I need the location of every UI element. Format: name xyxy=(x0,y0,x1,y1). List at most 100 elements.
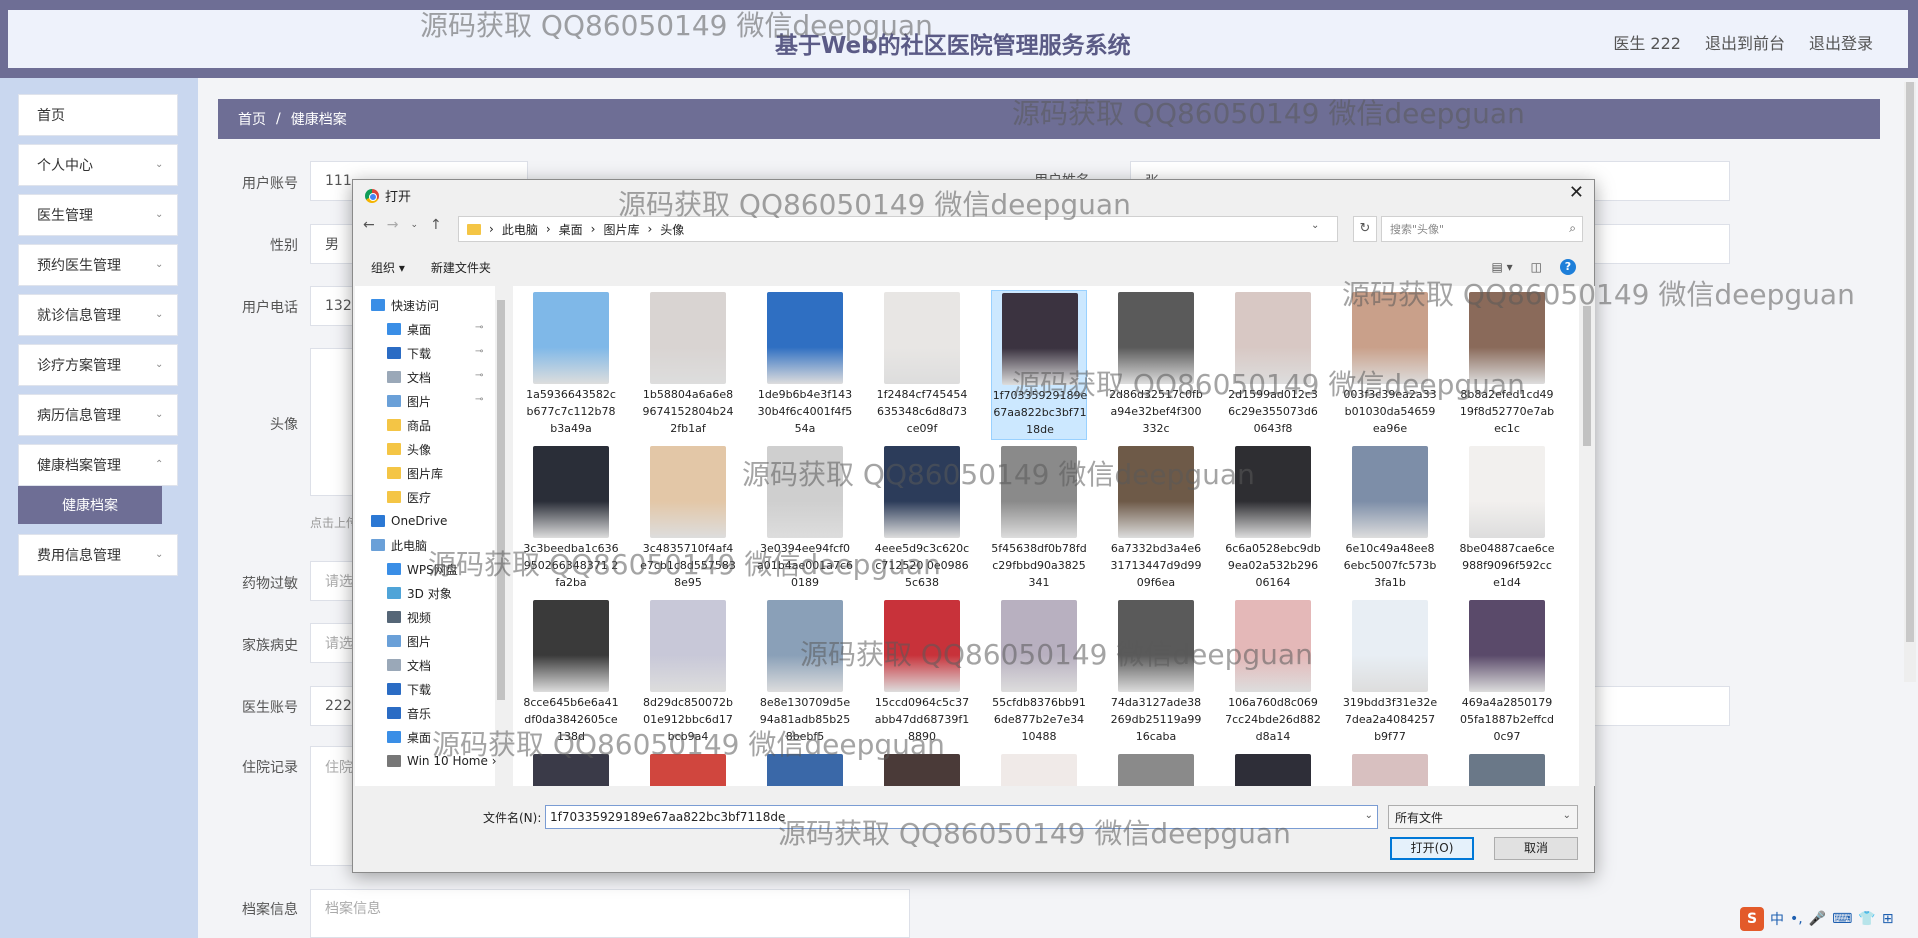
file-item[interactable] xyxy=(874,752,970,786)
file-scrollbar[interactable] xyxy=(1579,286,1595,786)
search-input[interactable]: 搜索"头像" ⌕ xyxy=(1381,216,1583,242)
file-item[interactable] xyxy=(991,752,1087,786)
path-segment[interactable]: 图片库 xyxy=(603,221,639,238)
file-item[interactable]: 2d1599ad012c36c29e355073d60643f8 xyxy=(1225,290,1321,440)
file-item[interactable]: 8e8e130709d5e94a81adb85b258bebf5 xyxy=(757,598,853,748)
nav-tree-item[interactable]: 音乐 xyxy=(387,702,431,724)
archive-info-textarea[interactable]: 档案信息 xyxy=(310,889,910,938)
nav-tree-item[interactable]: 头像 xyxy=(387,438,431,460)
file-item[interactable]: 8cce645b6e6a41df0da3842605ce138d xyxy=(523,598,619,748)
file-item[interactable]: 1b58804a6a6e89674152804b242fb1af xyxy=(640,290,736,440)
nav-tree-item[interactable]: 视频 xyxy=(387,606,431,628)
sidebar-item-appointments[interactable]: 预约医生管理 ⌄ xyxy=(18,244,178,286)
nav-tree-item[interactable]: 桌面 xyxy=(387,318,431,340)
nav-tree-item[interactable]: WPS网盘 xyxy=(387,558,458,580)
view-mode-icon[interactable]: ▤ ▾ xyxy=(1491,260,1512,274)
file-item[interactable]: 74da3127ade38269db25119a9916caba xyxy=(1108,598,1204,748)
file-item[interactable] xyxy=(1108,752,1204,786)
nav-tree-item[interactable]: 图片 xyxy=(387,390,431,412)
nav-tree-item[interactable]: 3D 对象 xyxy=(387,582,452,604)
sidebar-subitem-health-archive[interactable]: 健康档案 xyxy=(18,486,162,524)
breadcrumb-home[interactable]: 首页 xyxy=(238,109,266,129)
sidebar-item-home[interactable]: 首页 xyxy=(18,94,178,136)
sogou-logo-icon[interactable]: S xyxy=(1740,907,1764,931)
pin-icon[interactable]: ⊸ xyxy=(475,394,483,405)
grid-icon[interactable]: ⊞ xyxy=(1882,911,1894,927)
up-arrow-icon[interactable]: ↑ xyxy=(430,217,442,233)
nav-tree-item[interactable]: OneDrive xyxy=(371,510,447,532)
sidebar-item-treatment[interactable]: 诊疗方案管理 ⌄ xyxy=(18,344,178,386)
pin-icon[interactable]: ⊸ xyxy=(475,322,483,333)
nav-tree-item[interactable]: 医疗 xyxy=(387,486,431,508)
page-scrollbar[interactable] xyxy=(1904,82,1916,682)
close-icon[interactable]: ✕ xyxy=(1569,182,1584,203)
file-item[interactable]: 5f45638df0b78fdc29fbbd90a3825341 xyxy=(991,444,1087,594)
file-item[interactable]: 1de9b6b4e3f14330b4f6c4001f4f554a xyxy=(757,290,853,440)
back-arrow-icon[interactable]: ← xyxy=(363,217,375,233)
file-item[interactable]: 15ccd0964c5c37abb47dd68739f18890 xyxy=(874,598,970,748)
nav-tree-item[interactable]: Win 10 Home › xyxy=(387,750,497,772)
file-item[interactable]: 1f70335929189e67aa822bc3bf7118de xyxy=(991,290,1087,440)
address-bar[interactable]: › 此电脑 › 桌面 › 图片库 › 头像 xyxy=(458,216,1338,242)
ime-language[interactable]: 中 xyxy=(1770,909,1784,929)
file-item[interactable]: 106a760d8c0697cc24bde26d882d8a14 xyxy=(1225,598,1321,748)
file-item[interactable] xyxy=(1225,752,1321,786)
nav-tree-item[interactable]: 此电脑 xyxy=(371,534,427,556)
logout-link[interactable]: 退出登录 xyxy=(1809,30,1873,54)
sidebar-item-fees[interactable]: 费用信息管理 ⌄ xyxy=(18,534,178,576)
file-item[interactable]: 4eee5d9c3c620cc712520 0e09865c638 xyxy=(874,444,970,594)
path-segment[interactable]: 此电脑 xyxy=(502,221,538,238)
keyboard-icon[interactable]: ⌨ xyxy=(1832,911,1852,927)
filetype-select[interactable]: 所有文件 ⌄ xyxy=(1388,805,1578,829)
nav-tree-item[interactable]: 快速访问 xyxy=(371,294,439,316)
chevron-down-icon[interactable]: ⌄ xyxy=(1365,810,1373,821)
file-item[interactable]: 3e0394ee94fcf0a01b4ae001a7c60189 xyxy=(757,444,853,594)
help-icon[interactable]: ? xyxy=(1560,259,1576,275)
organize-button[interactable]: 组织 ▾ xyxy=(371,259,405,276)
file-scroll-thumb[interactable] xyxy=(1583,306,1591,446)
file-item[interactable]: 2d86d32517c0fba94e32bef4f300332c xyxy=(1108,290,1204,440)
refresh-icon[interactable]: ↻ xyxy=(1353,216,1377,242)
nav-tree-item[interactable]: 商品 xyxy=(387,414,431,436)
file-item[interactable] xyxy=(757,752,853,786)
page-scroll-thumb[interactable] xyxy=(1906,82,1914,642)
cancel-button[interactable]: 取消 xyxy=(1494,837,1578,860)
file-item[interactable]: 6c6a0528ebc9db9ea02a532b29606164 xyxy=(1225,444,1321,594)
file-item[interactable]: 1f2484cf745454635348c6d8d73ce09f xyxy=(874,290,970,440)
path-segment[interactable]: 头像 xyxy=(660,221,684,238)
path-segment[interactable]: 桌面 xyxy=(559,221,583,238)
pin-icon[interactable]: ⊸ xyxy=(475,346,483,357)
nav-tree-item[interactable]: 下载 xyxy=(387,678,431,700)
user-name-link[interactable]: 医生 222 xyxy=(1613,30,1681,54)
file-item[interactable] xyxy=(1342,752,1438,786)
file-item[interactable] xyxy=(523,752,619,786)
sidebar-item-health[interactable]: 健康档案管理 ⌃ xyxy=(18,444,178,486)
file-item[interactable]: 8be04887cae6ce988f9096f592cce1d4 xyxy=(1459,444,1555,594)
forward-arrow-icon[interactable]: → xyxy=(387,217,399,233)
nav-scrollbar[interactable] xyxy=(495,286,507,786)
chevron-down-icon[interactable]: ⌄ xyxy=(1311,220,1319,231)
nav-tree-item[interactable]: 图片 xyxy=(387,630,431,652)
sidebar-item-records[interactable]: 病历信息管理 ⌄ xyxy=(18,394,178,436)
file-item[interactable]: 6a7332bd3a4e631713447d9d9909f6ea xyxy=(1108,444,1204,594)
file-item[interactable]: 3c4835710f4af4e7cb1c8d5575838e95 xyxy=(640,444,736,594)
file-item[interactable]: 8b8a2efed1cd4919f8d52770e7abec1c xyxy=(1459,290,1555,440)
punctuation-icon[interactable]: •, xyxy=(1790,911,1803,927)
file-item[interactable]: 1a5936643582cb677c7c112b78b3a49a xyxy=(523,290,619,440)
sidebar-item-doctors[interactable]: 医生管理 ⌄ xyxy=(18,194,178,236)
new-folder-button[interactable]: 新建文件夹 xyxy=(431,259,491,276)
open-button[interactable]: 打开(O) xyxy=(1390,837,1474,860)
back-to-front-link[interactable]: 退出到前台 xyxy=(1705,30,1785,54)
preview-pane-icon[interactable]: ◫ xyxy=(1531,260,1542,274)
file-item[interactable] xyxy=(640,752,736,786)
sidebar-item-visits[interactable]: 就诊信息管理 ⌄ xyxy=(18,294,178,336)
file-item[interactable]: 319bdd3f31e32e7dea2a4084257b9f77 xyxy=(1342,598,1438,748)
nav-tree-item[interactable]: 文档 xyxy=(387,366,431,388)
filename-input[interactable]: 1f70335929189e67aa822bc3bf7118de ⌄ xyxy=(545,805,1378,829)
file-item[interactable]: 003f3c39ea2a33b01030da54659ea96e xyxy=(1342,290,1438,440)
file-item[interactable]: 55cfdb8376bb916de877b2e7e3410488 xyxy=(991,598,1087,748)
sidebar-item-personal[interactable]: 个人中心 ⌄ xyxy=(18,144,178,186)
nav-tree-item[interactable]: 文档 xyxy=(387,654,431,676)
nav-scroll-thumb[interactable] xyxy=(497,300,505,700)
nav-tree-item[interactable]: 图片库 xyxy=(387,462,443,484)
